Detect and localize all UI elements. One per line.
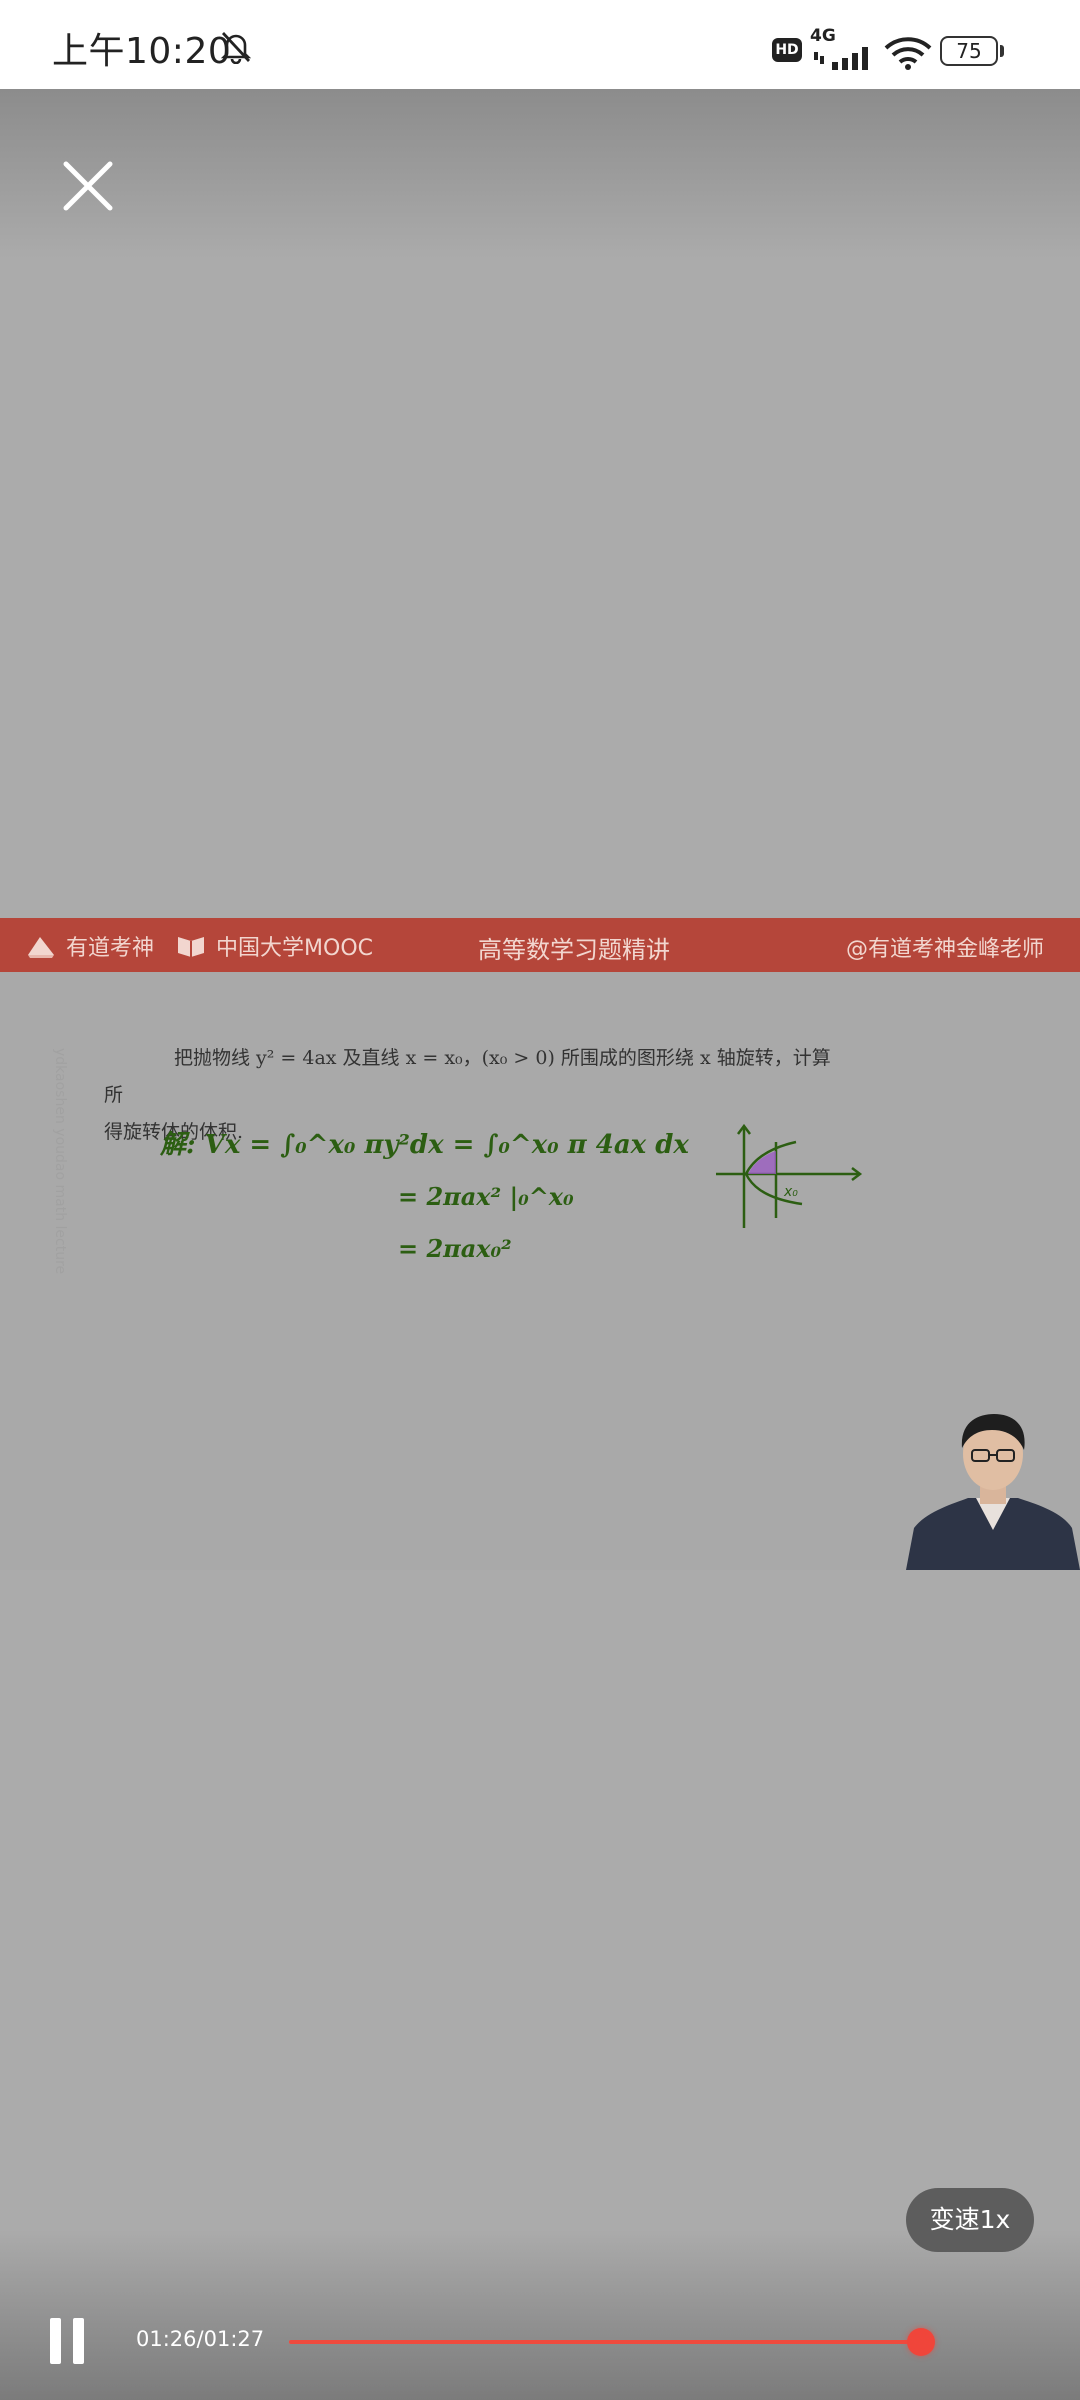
video-banner: 有道考神 中国大学MOOC 高等数学习题精讲 @有道考神金峰老师 <box>0 918 1080 972</box>
banner-brands: 有道考神 中国大学MOOC <box>26 930 373 962</box>
pause-icon[interactable] <box>46 2318 88 2364</box>
youdao-logo-icon <box>28 937 54 958</box>
status-time: 上午10:20 <box>52 31 232 72</box>
solution-line-1: 解: Vx = ∫₀^x₀ πy²dx = ∫₀^x₀ π 4ax dx <box>160 1130 689 1160</box>
bell-off-icon <box>220 32 252 64</box>
watermark: ydkaoshen youdao math lecture <box>52 1048 68 1275</box>
network-type: 4G <box>810 26 836 46</box>
problem-line-1: 把抛物线 y² = 4ax 及直线 x = x₀，(x₀ > 0) 所围成的图形… <box>104 1047 831 1106</box>
close-icon[interactable] <box>58 156 118 216</box>
region-sketch: x₀ <box>716 1123 863 1228</box>
progress-fill <box>289 2340 922 2344</box>
sketch-label: x₀ <box>783 1184 798 1200</box>
playback-speed-button[interactable]: 变速1x <box>906 2188 1034 2252</box>
status-bar: 上午10:20 HD 4G 75 <box>0 0 1080 89</box>
solution-line-3: = 2πax₀² <box>398 1234 512 1263</box>
teacher-handle: @有道考神金峰老师 <box>845 937 1044 962</box>
hd-badge: HD <box>772 38 802 62</box>
video-frame[interactable]: 有道考神 中国大学MOOC 高等数学习题精讲 @有道考神金峰老师 ydkaosh… <box>0 918 1080 1570</box>
mooc-logo-icon <box>178 937 205 957</box>
bottom-gradient <box>0 2230 1080 2400</box>
top-gradient <box>0 89 1080 259</box>
brand-mooc: 中国大学MOOC <box>216 936 373 961</box>
signal-icon <box>814 47 868 70</box>
playback-time: 01:26/01:27 <box>136 2327 265 2351</box>
wifi-icon <box>884 37 932 70</box>
solution-line-2: = 2πax² |₀^x₀ <box>398 1182 574 1211</box>
progress-bar[interactable] <box>289 2328 936 2356</box>
brand-youdao: 有道考神 <box>66 936 155 961</box>
teacher-avatar <box>906 1414 1080 1570</box>
battery-indicator: 75 <box>940 36 1004 66</box>
course-title: 高等数学习题精讲 <box>478 936 670 964</box>
